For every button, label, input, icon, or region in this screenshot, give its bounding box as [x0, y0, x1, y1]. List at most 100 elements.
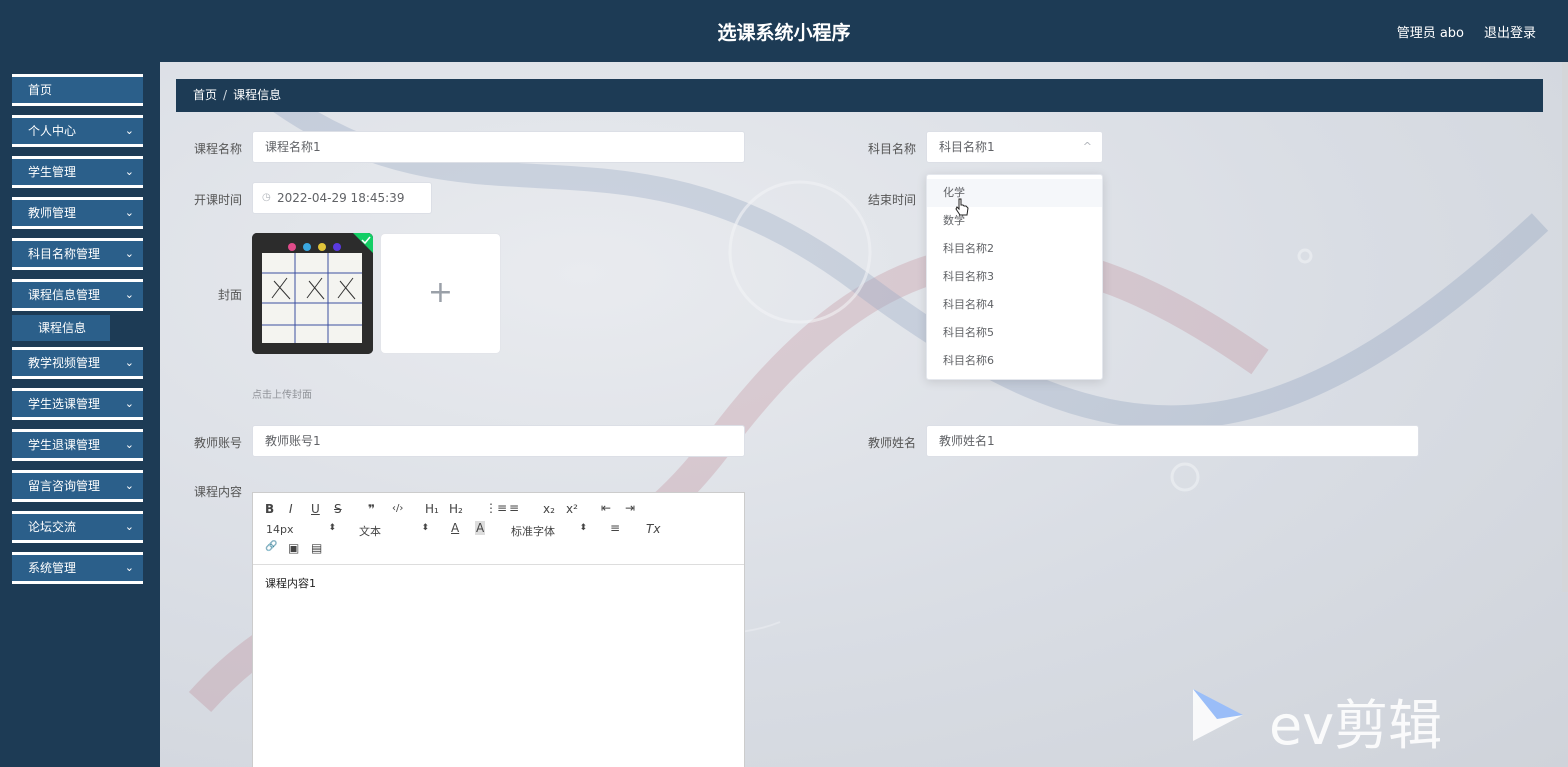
select-arrow-icon: ⬍ [421, 523, 429, 533]
header-value: 文本 [359, 525, 381, 538]
heading1-button[interactable]: H₁ [425, 502, 439, 516]
main-content: 首页 / 课程信息 课程名称 课程名称1 科目名称 科目名称1 ^ 开课时间 ◷ 2… [160, 62, 1568, 767]
video-icon[interactable]: ▤ [311, 541, 322, 555]
background-color-button[interactable]: A [475, 521, 486, 535]
sidebar-item-label: 学生选课管理 [28, 397, 101, 411]
dropdown-option[interactable]: 科目名称5 [927, 319, 1102, 347]
outdent-button[interactable]: ⇤ [601, 501, 611, 515]
chevron-down-icon: ⌄ [124, 438, 134, 451]
top-header: 选课系统小程序 管理员 abo 退出登录 [0, 0, 1568, 62]
start-time-label: 开课时间 [193, 193, 242, 207]
font-size-select[interactable]: 14px ⬍ [266, 523, 336, 536]
sidebar-item-video-management[interactable]: 教学视频管理 ⌄ [12, 347, 143, 379]
image-icon[interactable]: ▣ [288, 541, 299, 555]
sidebar-item-label: 论坛交流 [28, 520, 77, 534]
select-arrow-icon: ⬍ [328, 523, 336, 533]
sidebar-item-label: 个人中心 [28, 124, 77, 138]
sidebar-item-label: 留言咨询管理 [28, 479, 101, 493]
subject-name-label: 科目名称 [867, 142, 916, 156]
underline-button[interactable]: U [311, 502, 320, 516]
dropdown-option[interactable]: 科目名称6 [927, 347, 1102, 375]
teacher-account-input[interactable]: 教师账号1 [252, 425, 745, 457]
sidebar-item-home[interactable]: 首页 [12, 74, 143, 106]
heading2-button[interactable]: H₂ [449, 502, 463, 516]
editor-toolbar: B I U S ❞ ‹/› H₁ H₂ ⋮≡ ≡ x₂ x² ⇤ ⇥ 14px … [253, 493, 744, 565]
font-color-button[interactable]: A [451, 521, 459, 535]
sidebar-item-label: 课程信息管理 [28, 288, 101, 302]
sidebar-item-personal-center[interactable]: 个人中心 ⌄ [12, 115, 143, 147]
breadcrumb-home-link[interactable]: 首页 [193, 88, 217, 102]
font-size-value: 14px [266, 523, 294, 536]
superscript-button[interactable]: x² [566, 502, 578, 516]
teacher-name-input[interactable]: 教师姓名1 [926, 425, 1419, 457]
cover-upload-button[interactable]: + [380, 233, 501, 354]
logout-button[interactable]: 退出登录 [1484, 22, 1536, 41]
sidebar-item-course-withdrawal[interactable]: 学生退课管理 ⌄ [12, 429, 143, 461]
ordered-list-button[interactable]: ⋮≡ [485, 501, 507, 515]
course-name-input[interactable]: 课程名称1 [252, 131, 745, 163]
dropdown-option[interactable]: 科目名称3 [927, 263, 1102, 291]
font-family-select[interactable]: 标准字体 ⬍ [511, 523, 587, 539]
chevron-down-icon: ⌄ [124, 520, 134, 533]
play-logo-icon [1193, 689, 1243, 741]
hand-cursor-icon [955, 198, 969, 216]
sidebar-subitem-course-info[interactable]: 课程信息 [12, 315, 110, 341]
italic-button[interactable]: I [289, 502, 293, 516]
watermark-text: ev剪辑 [1269, 694, 1443, 757]
strike-button[interactable]: S [334, 502, 342, 516]
link-icon[interactable]: 🔗 [265, 541, 277, 552]
chevron-down-icon: ⌄ [124, 356, 134, 369]
cover-upload-hint: 点击上传封面 [252, 390, 312, 401]
subject-name-value: 科目名称1 [939, 140, 995, 154]
course-name-label: 课程名称 [193, 142, 242, 156]
breadcrumb: 首页 / 课程信息 [176, 79, 1543, 112]
align-button[interactable]: ≡ [610, 521, 620, 535]
chevron-down-icon: ⌄ [124, 561, 134, 574]
bullet-list-button[interactable]: ≡ [509, 501, 519, 515]
subscript-button[interactable]: x₂ [543, 502, 555, 516]
page-scrollbar[interactable] [1562, 62, 1568, 592]
editor-content[interactable]: 课程内容1 [265, 575, 316, 591]
sidebar-item-course-selection[interactable]: 学生选课管理 ⌄ [12, 388, 143, 420]
sidebar-item-label: 教师管理 [28, 206, 77, 220]
rich-text-editor: B I U S ❞ ‹/› H₁ H₂ ⋮≡ ≡ x₂ x² ⇤ ⇥ 14px … [252, 492, 745, 767]
breadcrumb-current: 课程信息 [233, 88, 282, 102]
start-time-picker[interactable]: ◷ 2022-04-29 18:45:39 [252, 182, 432, 214]
clock-icon: ◷ [262, 192, 271, 203]
dropdown-option[interactable]: 科目名称2 [927, 235, 1102, 263]
sidebar-item-label: 教学视频管理 [28, 356, 101, 370]
cover-image [252, 233, 373, 354]
bold-button[interactable]: B [265, 502, 274, 516]
indent-button[interactable]: ⇥ [625, 501, 635, 515]
teacher-name-label: 教师姓名 [867, 436, 916, 450]
sidebar-item-system-management[interactable]: 系统管理 ⌄ [12, 552, 143, 584]
chevron-down-icon: ⌄ [124, 397, 134, 410]
subject-dropdown: 化学 数学 科目名称2 科目名称3 科目名称4 科目名称5 科目名称6 [926, 174, 1103, 380]
current-user-label: 管理员 abo [1396, 26, 1464, 41]
clear-format-button[interactable]: Tx [646, 522, 660, 536]
end-time-label: 结束时间 [867, 193, 916, 207]
header-select[interactable]: 文本 ⬍ [359, 523, 429, 539]
dropdown-option[interactable]: 科目名称4 [927, 291, 1102, 319]
cover-image-thumbnail[interactable] [252, 233, 373, 354]
chevron-up-icon: ^ [1082, 140, 1092, 153]
sidebar-item-forum[interactable]: 论坛交流 ⌄ [12, 511, 143, 543]
sidebar-item-course-info-management[interactable]: 课程信息管理 ⌄ [12, 279, 143, 311]
chevron-down-icon: ⌄ [124, 165, 134, 178]
sidebar-item-subject-management[interactable]: 科目名称管理 ⌄ [12, 238, 143, 270]
teacher-account-label: 教师账号 [193, 436, 242, 450]
sidebar-item-label: 科目名称管理 [28, 247, 101, 261]
video-editor-watermark: ev剪辑 [1187, 683, 1487, 757]
sidebar-item-label: 学生管理 [28, 165, 77, 179]
code-block-button[interactable]: ‹/› [392, 503, 403, 514]
subject-name-select[interactable]: 科目名称1 ^ [926, 131, 1103, 163]
chevron-down-icon: ⌄ [124, 479, 134, 492]
cover-label: 封面 [217, 288, 242, 302]
app-title: 选课系统小程序 [717, 22, 851, 44]
sidebar-item-teacher-management[interactable]: 教师管理 ⌄ [12, 197, 143, 229]
select-arrow-icon: ⬍ [579, 523, 587, 533]
chevron-down-icon: ⌄ [124, 247, 134, 260]
sidebar-item-messages[interactable]: 留言咨询管理 ⌄ [12, 470, 143, 502]
blockquote-button[interactable]: ❞ [368, 502, 375, 516]
sidebar-item-student-management[interactable]: 学生管理 ⌄ [12, 156, 143, 188]
